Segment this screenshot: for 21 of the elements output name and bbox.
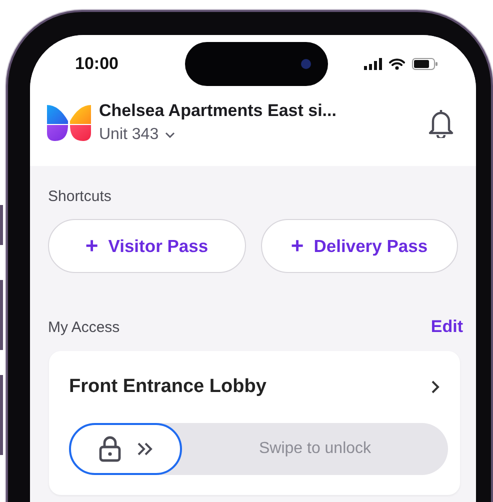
battery-icon (412, 58, 438, 70)
door-name: Front Entrance Lobby (69, 376, 266, 398)
unit-selector[interactable]: Unit 343 (99, 126, 175, 144)
slider-hint: Swipe to unlock (258, 440, 372, 458)
pass-button[interactable]: + Delivery Pass (260, 219, 458, 273)
property-name: Chelsea Apartments East si... (99, 101, 338, 121)
pass-button[interactable]: + Visitor Pass (48, 219, 246, 273)
signal-icon (364, 58, 382, 70)
chevron-right-icon[interactable] (431, 380, 440, 394)
section-label: My Access (48, 318, 120, 336)
edit-link[interactable]: Edit (430, 317, 463, 337)
chevron-down-icon (164, 132, 175, 138)
double-chevron-icon (136, 442, 152, 456)
status-time: 10:00 (75, 54, 120, 74)
slider-thumb[interactable] (69, 423, 182, 475)
bell-icon[interactable] (428, 108, 454, 138)
butterfly-logo (47, 102, 91, 142)
lock-icon (98, 436, 120, 462)
section-label: Shortcuts (48, 188, 112, 205)
wifi-icon (389, 58, 405, 70)
camera-icon (300, 58, 312, 70)
